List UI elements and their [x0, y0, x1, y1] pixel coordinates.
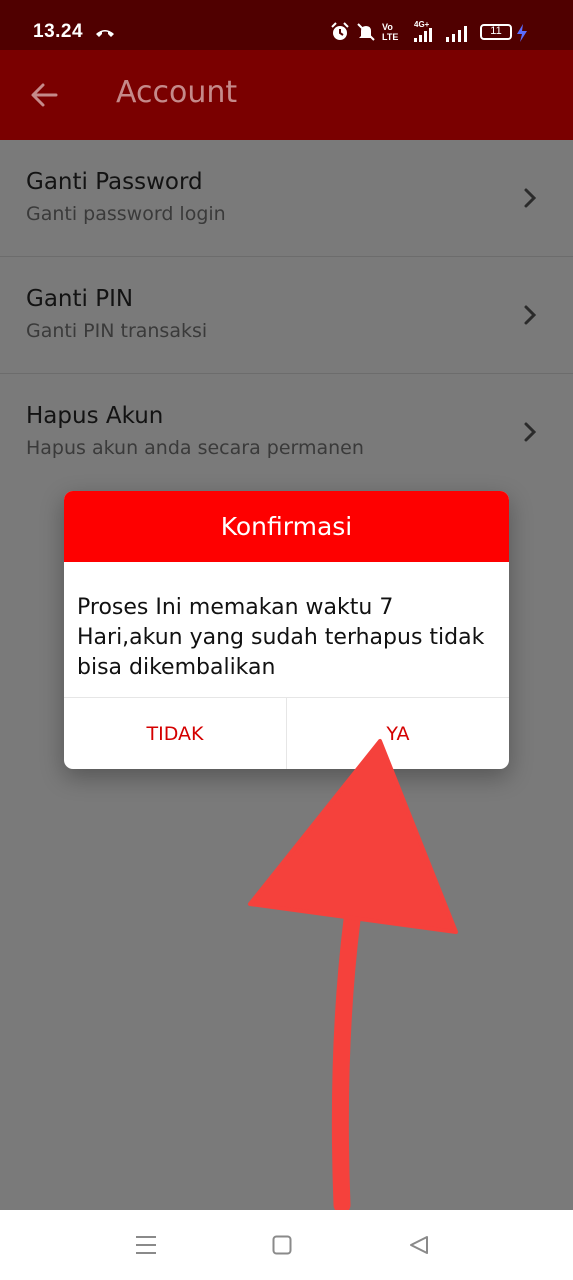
item-title: Ganti Password [26, 169, 203, 195]
mute-icon [357, 23, 375, 41]
home-icon[interactable] [272, 1235, 292, 1255]
chevron-right-icon [524, 188, 537, 208]
missed-call-icon [96, 30, 114, 37]
status-icons: Vo LTE 4G+ 11 [330, 20, 540, 46]
status-bar: 13.24 Vo LTE 4G+ 11 [0, 0, 573, 50]
menu-icon[interactable] [135, 1235, 157, 1255]
app-bar: Account [0, 50, 573, 140]
item-title: Ganti PIN [26, 286, 134, 312]
list-item-hapus-akun[interactable]: Hapus Akun Hapus akun anda secara perman… [0, 374, 573, 490]
list-item-ganti-pin[interactable]: Ganti PIN Ganti PIN transaksi [0, 257, 573, 374]
page-title: Account [116, 75, 238, 110]
status-time: 13.24 [33, 21, 84, 42]
battery-icon: 11 [480, 24, 512, 40]
cancel-button[interactable]: TIDAK [64, 698, 287, 769]
list-item-ganti-password[interactable]: Ganti Password Ganti password login [0, 140, 573, 257]
battery-level: 11 [490, 25, 502, 37]
alarm-icon [331, 22, 349, 40]
confirm-button[interactable]: YA [287, 698, 509, 769]
settings-list: Ganti Password Ganti password login Gant… [0, 140, 573, 490]
item-subtitle: Hapus akun anda secara permanen [26, 437, 364, 459]
dialog-actions: TIDAK YA [64, 697, 509, 769]
item-subtitle: Ganti password login [26, 203, 226, 225]
navigation-bar [0, 1210, 573, 1280]
chevron-right-icon [524, 422, 537, 442]
item-subtitle: Ganti PIN transaksi [26, 320, 208, 342]
volte-icon: Vo LTE [382, 22, 399, 42]
chevron-right-icon [524, 305, 537, 325]
back-triangle-icon[interactable] [408, 1235, 430, 1255]
signal-icon [446, 26, 467, 42]
confirmation-dialog: Konfirmasi Proses Ini memakan waktu 7 Ha… [64, 491, 509, 769]
charging-icon [517, 24, 527, 42]
item-title: Hapus Akun [26, 403, 164, 429]
signal-4g-icon [414, 28, 432, 42]
dialog-title: Konfirmasi [64, 491, 509, 562]
dialog-message: Proses Ini memakan waktu 7 Hari,akun yan… [77, 595, 485, 680]
arrow-left-icon[interactable] [30, 81, 58, 109]
